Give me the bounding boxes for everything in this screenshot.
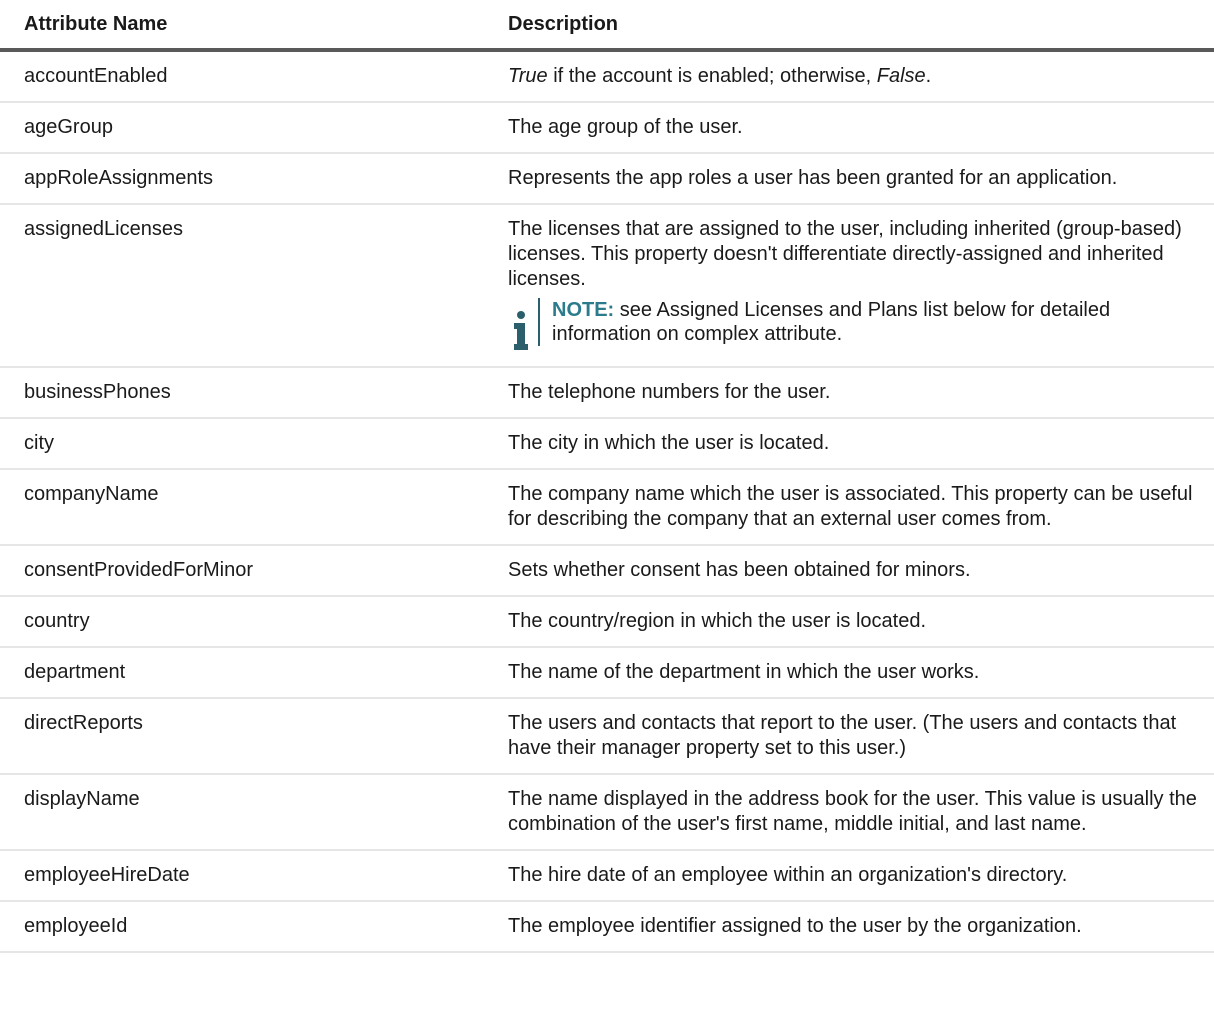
description-cell: The country/region in which the user is … [484,596,1214,648]
note-body: NOTE: see Assigned Licenses and Plans li… [538,298,1206,346]
note-text: see Assigned Licenses and Plans list bel… [552,299,1111,345]
description-cell: The name displayed in the address book f… [484,774,1214,851]
attribute-name-cell: accountEnabled [0,50,484,103]
description-cell: The telephone numbers for the user. [484,367,1214,419]
description-text: The hire date of an employee within an o… [508,864,1068,886]
attributes-table: Attribute Name Description accountEnable… [0,0,1214,953]
description-text: . [925,65,932,87]
description-text: The employee identifier assigned to the … [508,915,1082,937]
table-row: directReports The users and contacts that… [0,698,1214,775]
table-row: businessPhones The telephone numbers for … [0,367,1214,419]
table-row: department The name of the department in … [0,647,1214,699]
description-cell: The employee identifier assigned to the … [484,901,1214,953]
description-cell: The company name which the user is assoc… [484,469,1214,546]
attribute-name-cell: employeeId [0,901,484,953]
description-cell: The city in which the user is located. [484,418,1214,470]
description-text: The name of the department in which the … [508,661,980,683]
table-row: city The city in which the user is locate… [0,418,1214,470]
info-icon [514,311,528,350]
description-text: Sets whether consent has been obtained f… [508,559,971,581]
column-header-attribute-name: Attribute Name [0,0,484,52]
attribute-name-cell: companyName [0,469,484,546]
table-header-row: Attribute Name Description [0,0,1214,52]
attribute-name-cell: employeeHireDate [0,850,484,902]
note-callout: NOTE: see Assigned Licenses and Plans li… [508,298,1206,356]
description-cell: The hire date of an employee within an o… [484,850,1214,902]
attribute-name-cell: assignedLicenses [0,204,484,368]
description-text: The telephone numbers for the user. [508,381,831,403]
description-text: The city in which the user is located. [508,432,830,454]
description-text: Represents the app roles a user has been… [508,167,1118,189]
description-cell: True if the account is enabled; otherwis… [484,50,1214,103]
description-cell: The users and contacts that report to th… [484,698,1214,775]
attribute-name-cell: displayName [0,774,484,851]
note-label: NOTE: [552,299,615,321]
attribute-name-cell: ageGroup [0,102,484,154]
table-row: country The country/region in which the u… [0,596,1214,648]
description-cell: The age group of the user. [484,102,1214,154]
description-text: The name displayed in the address book f… [508,788,1197,835]
attribute-name-cell: businessPhones [0,367,484,419]
attribute-name-cell: appRoleAssignments [0,153,484,205]
description-text: The licenses that are assigned to the us… [508,218,1182,290]
attribute-name-cell: department [0,647,484,699]
description-cell: The name of the department in which the … [484,647,1214,699]
table-row: consentProvidedForMinor Sets whether cons… [0,545,1214,597]
column-header-description: Description [484,0,1214,52]
table-row: displayName The name displayed in the add… [0,774,1214,851]
description-text: The age group of the user. [508,116,743,138]
italic-value: True [508,65,548,87]
attribute-name-cell: directReports [0,698,484,775]
table-row: companyName The company name which the us… [0,469,1214,546]
table-row: assignedLicenses The licenses that are as… [0,204,1214,368]
description-text: The company name which the user is assoc… [508,483,1193,530]
table-row: appRoleAssignments Represents the app rol… [0,153,1214,205]
description-cell: Represents the app roles a user has been… [484,153,1214,205]
description-text: if the account is enabled; otherwise, [547,65,877,87]
italic-value: False [876,65,926,87]
attribute-name-cell: country [0,596,484,648]
table-row: accountEnabled True if the account is ena… [0,50,1214,103]
description-text: The users and contacts that report to th… [508,712,1177,759]
attribute-name-cell: city [0,418,484,470]
description-cell: The licenses that are assigned to the us… [484,204,1214,368]
description-cell: Sets whether consent has been obtained f… [484,545,1214,597]
description-text: The country/region in which the user is … [508,610,926,632]
attribute-name-cell: consentProvidedForMinor [0,545,484,597]
table-row: employeeHireDate The hire date of an empl… [0,850,1214,902]
table-row: ageGroup The age group of the user. [0,102,1214,154]
table-row: employeeId The employee identifier assign… [0,901,1214,953]
